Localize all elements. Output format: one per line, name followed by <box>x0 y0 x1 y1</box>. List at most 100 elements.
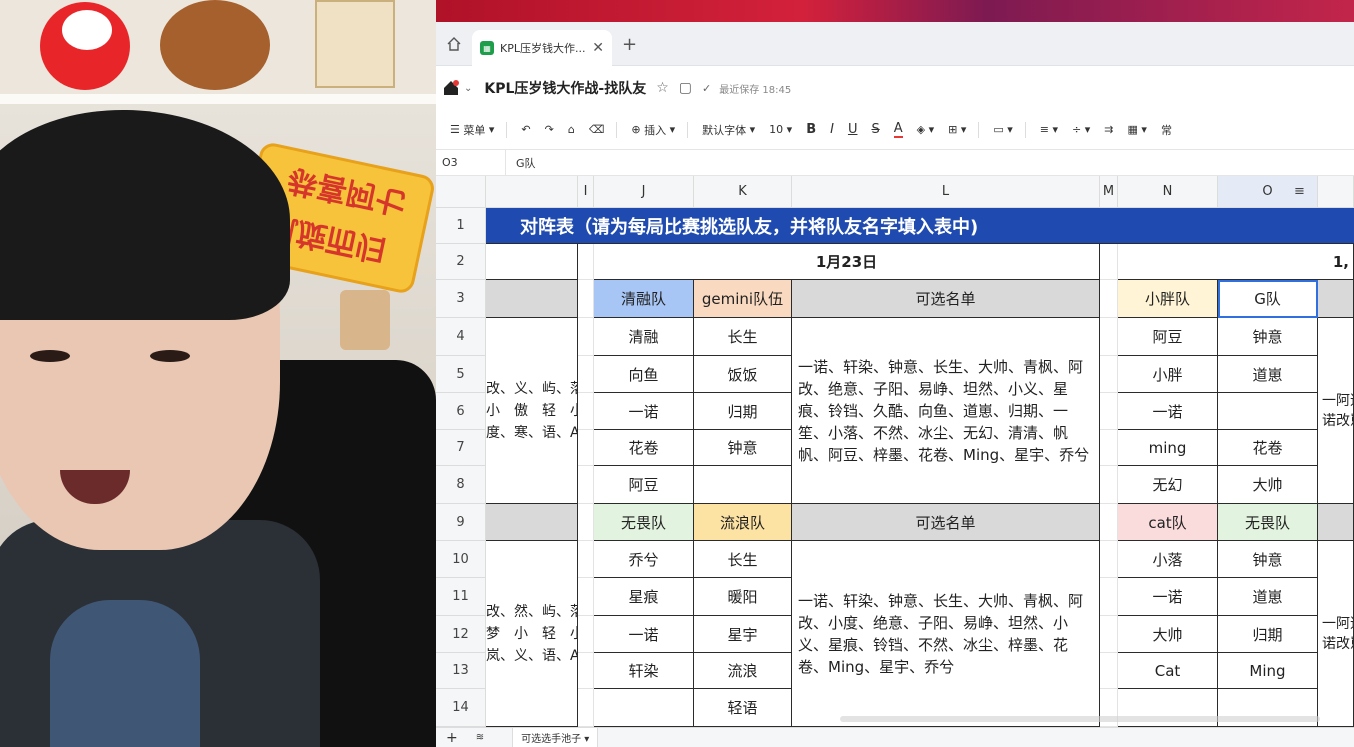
bold-button[interactable]: B <box>806 122 816 137</box>
blank-cell[interactable] <box>578 541 594 578</box>
blank-cell[interactable] <box>578 466 594 504</box>
team-a-player[interactable]: 花卷 <box>594 430 694 466</box>
row-header[interactable]: 12 <box>436 616 486 653</box>
strike-button[interactable]: S <box>871 122 879 137</box>
blank-cell[interactable] <box>578 504 594 541</box>
row-header[interactable]: 8 <box>436 466 486 504</box>
blank-cell[interactable] <box>578 244 594 280</box>
team-b-player[interactable]: Ming <box>1218 653 1318 689</box>
blank-cell[interactable] <box>578 356 594 393</box>
row-header[interactable]: 4 <box>436 318 486 356</box>
team-a-header[interactable]: 无畏队 <box>594 504 694 541</box>
font-color-button[interactable]: A <box>893 121 903 138</box>
grey-cell[interactable] <box>486 504 578 541</box>
pool-header[interactable]: 可选名单 <box>792 504 1100 541</box>
wrap-icon[interactable]: ⇉ <box>1104 123 1113 136</box>
team-a-player[interactable]: 向鱼 <box>594 356 694 393</box>
horizontal-scrollbar[interactable] <box>840 716 1320 722</box>
column-header[interactable]: L <box>792 176 1100 208</box>
formula-input[interactable]: G队 <box>506 155 536 171</box>
team-b-player[interactable]: 钟意 <box>694 430 792 466</box>
team-b-player[interactable]: 钟意 <box>1218 541 1318 578</box>
team-b-player[interactable] <box>694 466 792 504</box>
date-header[interactable]: 1月23日 <box>594 244 1100 280</box>
blank-cell[interactable] <box>1100 430 1118 466</box>
blank-cell[interactable] <box>1100 504 1118 541</box>
team-a-header[interactable]: cat队 <box>1118 504 1218 541</box>
blank-cell[interactable] <box>1100 541 1118 578</box>
menu-button[interactable]: ☰ 菜单 ▾ <box>450 122 494 138</box>
blank-cell[interactable] <box>578 430 594 466</box>
team-b-player[interactable]: 归期 <box>1218 616 1318 653</box>
team-b-player[interactable]: 暖阳 <box>694 578 792 616</box>
italic-button[interactable]: I <box>830 122 834 137</box>
team-b-player[interactable]: 轻语 <box>694 689 792 727</box>
team-b-player[interactable]: 星宇 <box>694 616 792 653</box>
team-b-player[interactable]: 长生 <box>694 318 792 356</box>
column-header[interactable]: M <box>1100 176 1118 208</box>
row-header[interactable]: 10 <box>436 541 486 578</box>
team-a-player[interactable]: 轩染 <box>594 653 694 689</box>
blank-cell[interactable] <box>578 318 594 356</box>
pool-list[interactable]: 一诺、轩染、钟意、长生、大帅、青枫、阿改、绝意、子阳、易峥、坦然、小义、星痕、铃… <box>792 318 1100 504</box>
valign-icon[interactable]: ÷ ▾ <box>1072 123 1090 136</box>
row-header[interactable]: 13 <box>436 653 486 689</box>
team-b-player[interactable] <box>1218 393 1318 430</box>
doc-title[interactable]: KPL压岁钱大作战-找队友 <box>484 78 646 98</box>
clear-format-icon[interactable]: ⌫ <box>589 123 605 136</box>
team-a-player[interactable]: 清融 <box>594 318 694 356</box>
column-header[interactable]: N <box>1118 176 1218 208</box>
team-a-player[interactable]: 一诺 <box>1118 393 1218 430</box>
team-b-header[interactable]: 无畏队 <box>1218 504 1318 541</box>
team-b-player[interactable]: 长生 <box>694 541 792 578</box>
column-header[interactable]: I <box>578 176 594 208</box>
align-icon[interactable]: ≡ ▾ <box>1040 123 1058 136</box>
redo-icon[interactable]: ↷ <box>545 123 554 136</box>
team-b-player[interactable]: 钟意 <box>1218 318 1318 356</box>
merge-icon[interactable]: ▭ ▾ <box>993 123 1012 136</box>
fill-color-icon[interactable]: ◈ ▾ <box>917 123 934 136</box>
blank-cell[interactable] <box>578 616 594 653</box>
column-header[interactable] <box>1318 176 1354 208</box>
team-b-player[interactable]: 流浪 <box>694 653 792 689</box>
blank-cell[interactable] <box>1100 466 1118 504</box>
row-header[interactable]: 9 <box>436 504 486 541</box>
team-b-header[interactable]: gemini队伍 <box>694 280 792 318</box>
format-painter-icon[interactable]: ⌂ <box>568 123 575 136</box>
blank-cell[interactable] <box>1100 578 1118 616</box>
team-b-player[interactable]: 饭饭 <box>694 356 792 393</box>
blank-cell[interactable] <box>578 689 594 727</box>
blank-cell[interactable] <box>1100 244 1118 280</box>
star-icon[interactable]: ☆ <box>656 80 669 96</box>
column-header[interactable] <box>486 176 578 208</box>
chevron-down-icon[interactable]: ⌄ <box>464 83 472 94</box>
blank-cell[interactable] <box>1100 653 1118 689</box>
underline-button[interactable]: U <box>848 122 858 137</box>
select-all-corner[interactable] <box>436 176 486 208</box>
team-a-player[interactable]: 无幻 <box>1118 466 1218 504</box>
row-header[interactable]: 11 <box>436 578 486 616</box>
team-a-player[interactable]: 大帅 <box>1118 616 1218 653</box>
row-header[interactable]: 7 <box>436 430 486 466</box>
team-a-player[interactable]: 一诺 <box>1118 578 1218 616</box>
team-a-player[interactable]: 一诺 <box>594 393 694 430</box>
team-a-player[interactable]: 星痕 <box>594 578 694 616</box>
row-header[interactable]: 14 <box>436 689 486 727</box>
blank-cell[interactable] <box>486 244 578 280</box>
app-logo-icon[interactable] <box>442 79 460 97</box>
truncated-pool-list[interactable]: 改、梦岚、然、小义、屿、轻语、落、小A、帆、风萧、墨、花卷、 <box>486 541 578 727</box>
team-a-player[interactable]: Cat <box>1118 653 1218 689</box>
date-header[interactable]: 1, <box>1118 244 1354 280</box>
cell-style-icon[interactable]: ▦ ▾ <box>1128 123 1147 136</box>
team-b-header[interactable]: G队 <box>1218 280 1318 318</box>
team-a-player[interactable]: 一诺 <box>594 616 694 653</box>
filter-icon[interactable]: ≡ <box>1294 184 1305 199</box>
font-select[interactable]: 默认字体 ▾ <box>702 122 755 138</box>
cell-reference[interactable]: O3 <box>436 150 506 175</box>
team-b-player[interactable]: 花卷 <box>1218 430 1318 466</box>
blank-cell[interactable] <box>1100 356 1118 393</box>
team-a-player[interactable]: 乔兮 <box>594 541 694 578</box>
blank-cell[interactable] <box>578 578 594 616</box>
row-header[interactable]: 3 <box>436 280 486 318</box>
row-header[interactable]: 2 <box>436 244 486 280</box>
